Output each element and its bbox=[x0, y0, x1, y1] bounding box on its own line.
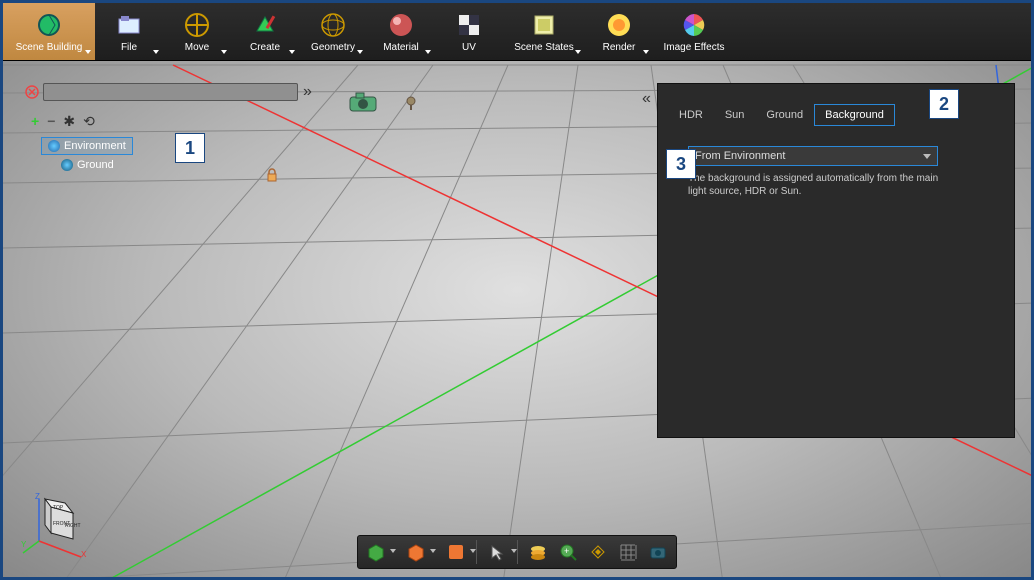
chevron-down-icon bbox=[221, 50, 227, 54]
snapshot-icon[interactable] bbox=[644, 539, 672, 565]
callout-2: 2 bbox=[929, 89, 959, 119]
callout-3: 3 bbox=[666, 149, 696, 179]
callout-1: 1 bbox=[175, 133, 205, 163]
toolbar-create[interactable]: Create bbox=[231, 3, 299, 60]
tree-item-label: Ground bbox=[77, 159, 114, 171]
remove-icon[interactable]: − bbox=[47, 113, 55, 130]
main-toolbar: Scene Building File Move Create Geometry bbox=[3, 3, 1031, 61]
search-input[interactable] bbox=[43, 83, 298, 101]
view-cube[interactable]: Z X Y TOP FRONT RIGHT bbox=[21, 489, 91, 559]
lock-icon bbox=[265, 168, 279, 185]
toolbar-label: UV bbox=[462, 42, 476, 53]
toolbar-label: Move bbox=[185, 42, 209, 53]
material-icon bbox=[386, 10, 416, 40]
chevron-down-icon bbox=[85, 50, 91, 54]
chevron-down-icon bbox=[390, 549, 396, 553]
svg-text:Y: Y bbox=[21, 540, 27, 549]
solid-icon[interactable] bbox=[442, 539, 470, 565]
toolbar-scene-building[interactable]: Scene Building bbox=[3, 3, 95, 60]
uv-icon bbox=[454, 10, 484, 40]
close-icon[interactable] bbox=[25, 85, 39, 99]
scene-building-icon bbox=[34, 10, 64, 40]
grid-snap-icon[interactable] bbox=[584, 539, 612, 565]
toolbar-image-effects[interactable]: Image Effects bbox=[653, 3, 735, 60]
tab-sun[interactable]: Sun bbox=[714, 104, 756, 126]
chevron-down-icon bbox=[430, 549, 436, 553]
tree-item-label: Environment bbox=[64, 140, 126, 152]
view-mode-icon[interactable] bbox=[362, 539, 390, 565]
chevron-down-icon bbox=[425, 50, 431, 54]
chevron-down-icon bbox=[470, 549, 476, 553]
toolbar-label: Create bbox=[250, 42, 280, 53]
pin-icon[interactable] bbox=[403, 95, 419, 114]
tree-item-environment[interactable]: Environment bbox=[41, 137, 133, 155]
background-source-dropdown[interactable]: From Environment bbox=[688, 146, 938, 166]
environment-icon bbox=[48, 140, 60, 152]
grid-icon[interactable] bbox=[614, 539, 642, 565]
toolbar-label: Render bbox=[603, 42, 636, 53]
render-icon bbox=[604, 10, 634, 40]
chevron-down-icon bbox=[575, 50, 581, 54]
tab-background[interactable]: Background bbox=[814, 104, 895, 126]
ground-icon bbox=[61, 159, 73, 171]
zoom-icon[interactable]: + bbox=[554, 539, 582, 565]
svg-text:X: X bbox=[81, 550, 87, 559]
refresh-icon[interactable]: ⟲ bbox=[83, 113, 95, 130]
chevron-down-icon bbox=[153, 50, 159, 54]
scene-tree: Environment Ground bbox=[41, 137, 133, 173]
toolbar-render[interactable]: Render bbox=[585, 3, 653, 60]
chevron-down-icon bbox=[289, 50, 295, 54]
dropdown-value: From Environment bbox=[695, 150, 785, 162]
tree-toolbar: + − ✱ ⟲ bbox=[31, 113, 95, 130]
chevron-down-icon bbox=[923, 154, 931, 159]
tab-ground[interactable]: Ground bbox=[755, 104, 814, 126]
collapse-chevron-icon[interactable]: « bbox=[642, 90, 651, 108]
background-description: The background is assigned automatically… bbox=[688, 172, 948, 198]
camera-icon[interactable] bbox=[348, 91, 378, 116]
add-icon[interactable]: + bbox=[31, 113, 39, 130]
toolbar-file[interactable]: File bbox=[95, 3, 163, 60]
separator bbox=[476, 540, 477, 564]
settings-icon[interactable]: ✱ bbox=[63, 113, 75, 130]
chevron-down-icon bbox=[357, 50, 363, 54]
toolbar-scene-states[interactable]: Scene States bbox=[503, 3, 585, 60]
move-icon bbox=[182, 10, 212, 40]
toolbar-material[interactable]: Material bbox=[367, 3, 435, 60]
separator bbox=[517, 540, 518, 564]
svg-text:TOP: TOP bbox=[53, 505, 64, 511]
svg-text:Z: Z bbox=[35, 492, 40, 501]
toolbar-label: Material bbox=[383, 42, 419, 53]
svg-text:+: + bbox=[564, 546, 569, 556]
image-effects-icon bbox=[679, 10, 709, 40]
toolbar-uv[interactable]: UV bbox=[435, 3, 503, 60]
toolbar-label: Scene Building bbox=[16, 42, 83, 53]
toolbar-move[interactable]: Move bbox=[163, 3, 231, 60]
toolbar-geometry[interactable]: Geometry bbox=[299, 3, 367, 60]
scene-states-icon bbox=[529, 10, 559, 40]
bottom-toolbar: + bbox=[357, 535, 677, 569]
svg-text:RIGHT: RIGHT bbox=[65, 523, 81, 529]
tab-hdr[interactable]: HDR bbox=[668, 104, 714, 126]
toolbar-label: File bbox=[121, 42, 137, 53]
properties-panel: « HDR Sun Ground Background From Environ… bbox=[657, 83, 1015, 438]
layers-icon[interactable] bbox=[524, 539, 552, 565]
panel-tabs: HDR Sun Ground Background bbox=[658, 84, 1014, 132]
chevron-down-icon bbox=[511, 549, 517, 553]
expand-chevron-icon[interactable]: » bbox=[303, 83, 312, 101]
toolbar-label: Geometry bbox=[311, 42, 355, 53]
tree-item-ground[interactable]: Ground bbox=[55, 157, 133, 173]
chevron-down-icon bbox=[643, 50, 649, 54]
toolbar-label: Image Effects bbox=[664, 42, 725, 53]
toolbar-label: Scene States bbox=[514, 42, 573, 53]
wireframe-icon[interactable] bbox=[402, 539, 430, 565]
create-icon bbox=[250, 10, 280, 40]
geometry-icon bbox=[318, 10, 348, 40]
file-icon bbox=[114, 10, 144, 40]
pointer-icon[interactable] bbox=[483, 539, 511, 565]
